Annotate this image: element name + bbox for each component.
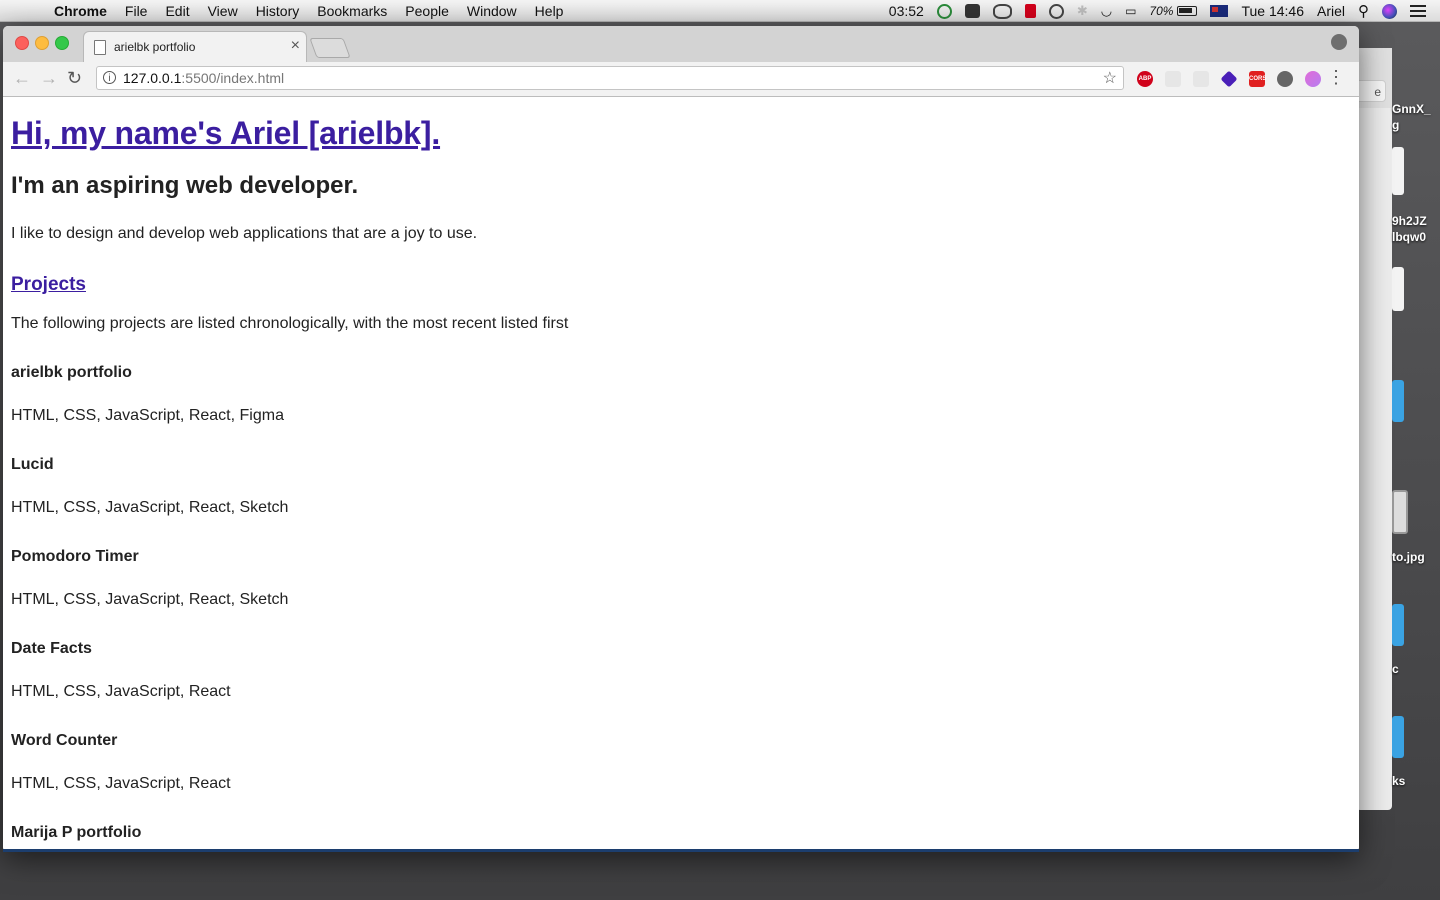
desktop-file-icon[interactable] <box>1392 267 1404 311</box>
notification-center-icon[interactable] <box>1410 5 1426 17</box>
back-icon[interactable]: ← <box>13 68 31 89</box>
project-tech: HTML, CSS, JavaScript, React, Figma <box>11 407 284 424</box>
desktop-file-label[interactable]: to.jpg <box>1392 550 1425 564</box>
evernote-icon[interactable] <box>964 4 980 18</box>
background-window[interactable]: e <box>1346 48 1392 810</box>
browser-window: arielbk portfolio × ← → ↻ i 127.0.0.1:55… <box>3 26 1359 852</box>
page-title[interactable]: Hi, my name's Ariel [arielbk]. <box>11 115 1351 152</box>
window-bottom-edge <box>3 849 1359 852</box>
user-name[interactable]: Ariel <box>1317 3 1345 19</box>
menu-edit[interactable]: Edit <box>165 0 189 22</box>
projects-intro: The following projects are listed chrono… <box>11 315 569 332</box>
airplay-icon[interactable]: ▭ <box>1125 4 1136 18</box>
folder-icon[interactable] <box>1392 604 1404 646</box>
close-window-button[interactable] <box>15 36 29 50</box>
flag-icon[interactable] <box>1210 5 1229 17</box>
project-tech: HTML, CSS, JavaScript, React, Sketch <box>11 591 289 608</box>
desktop-file-label[interactable]: lbqw0 <box>1392 230 1426 244</box>
menu-people[interactable]: People <box>405 0 449 22</box>
address-bar[interactable]: i 127.0.0.1:5500/index.html ☆ <box>96 66 1124 90</box>
browser-toolbar: ← → ↻ i 127.0.0.1:5500/index.html ☆ ABP … <box>3 62 1359 97</box>
battery-percent[interactable]: 70% <box>1149 4 1173 18</box>
menu-history[interactable]: History <box>256 0 300 22</box>
desktop-file-label[interactable]: GnnX_ <box>1392 102 1431 116</box>
desktop-file-label[interactable]: 9h2JZ <box>1392 214 1427 228</box>
project-name: Lucid <box>11 456 54 473</box>
project-tech: HTML, CSS, JavaScript, React <box>11 683 231 700</box>
status-menus: 03:52 ✱ ◡ ▭ 70% Tue 14:46 Ariel ⚲ <box>876 0 1426 22</box>
bookmark-star-icon[interactable]: ☆ <box>1103 68 1117 88</box>
subtitle: I'm an aspiring web developer. <box>11 172 359 199</box>
app-menus: Chrome File Edit View History Bookmarks … <box>54 0 581 22</box>
menu-chrome[interactable]: Chrome <box>54 0 107 22</box>
desktop-file-label[interactable]: c <box>1392 662 1399 676</box>
site-info-icon[interactable]: i <box>103 71 116 84</box>
menu-bookmarks[interactable]: Bookmarks <box>317 0 387 22</box>
project-name: Marija P portfolio <box>11 824 142 841</box>
page-icon <box>94 40 106 55</box>
bluetooth-icon[interactable]: ✱ <box>1077 3 1088 19</box>
tab-title: arielbk portfolio <box>114 40 196 54</box>
desktop-file-icon[interactable] <box>1392 147 1404 195</box>
siri-icon[interactable] <box>1382 3 1397 19</box>
timer-text[interactable]: 03:52 <box>889 3 924 19</box>
cors-icon[interactable]: CORS <box>1249 71 1266 87</box>
lock-icon[interactable] <box>1024 4 1036 18</box>
project-tech: HTML, CSS, JavaScript, React, Sketch <box>11 499 289 516</box>
forward-icon[interactable]: → <box>40 68 58 89</box>
desktop-file-label[interactable]: g <box>1392 118 1399 132</box>
battery-icon[interactable] <box>1177 6 1198 16</box>
extension-icon[interactable] <box>1220 70 1238 88</box>
do-not-disturb-icon[interactable] <box>1048 3 1064 19</box>
intro-text: I like to design and develop web applica… <box>11 225 478 242</box>
project-name: Pomodoro Timer <box>11 548 139 565</box>
spotlight-icon[interactable]: ⚲ <box>1358 2 1369 20</box>
menu-window[interactable]: Window <box>467 0 517 22</box>
profile-icon[interactable] <box>1331 34 1347 50</box>
adblock-icon[interactable]: ABP <box>1137 71 1153 87</box>
menu-bar: Chrome File Edit View History Bookmarks … <box>0 0 1440 22</box>
menu-view[interactable]: View <box>208 0 238 22</box>
minimize-window-button[interactable] <box>35 36 49 50</box>
page-content: Hi, my name's Ariel [arielbk]. I'm an as… <box>3 97 1359 852</box>
folder-icon[interactable] <box>1392 380 1404 422</box>
project-name: Word Counter <box>11 732 118 749</box>
cloud-icon[interactable] <box>992 3 1012 19</box>
evernote-extension-icon[interactable] <box>1277 71 1293 87</box>
image-file-icon[interactable] <box>1392 490 1408 534</box>
extension-icon[interactable] <box>1193 71 1209 87</box>
projects-list: arielbk portfolio HTML, CSS, JavaScript, … <box>11 364 1351 842</box>
url-text[interactable]: 127.0.0.1:5500/index.html <box>123 70 284 86</box>
timer-icon[interactable] <box>936 3 952 19</box>
projects-link[interactable]: Projects <box>11 274 1351 296</box>
folder-icon[interactable] <box>1392 716 1404 758</box>
reload-icon[interactable]: ↻ <box>67 68 82 89</box>
zoom-window-button[interactable] <box>55 36 69 50</box>
new-tab-button[interactable] <box>309 38 351 58</box>
desktop-file-label[interactable]: ks <box>1392 774 1405 788</box>
project-tech: HTML, CSS, JavaScript, React <box>11 775 231 792</box>
extension-icon[interactable] <box>1305 71 1321 87</box>
extension-icon[interactable] <box>1165 71 1181 87</box>
menu-file[interactable]: File <box>125 0 148 22</box>
clock[interactable]: Tue 14:46 <box>1241 3 1304 19</box>
wifi-icon[interactable]: ◡ <box>1101 3 1112 19</box>
menu-help[interactable]: Help <box>535 0 564 22</box>
close-tab-icon[interactable]: × <box>291 37 300 55</box>
tab-strip: arielbk portfolio × <box>3 26 1359 62</box>
menu-kebab-icon[interactable]: ⋮ <box>1327 67 1345 88</box>
project-name: Date Facts <box>11 640 92 657</box>
tab-active[interactable]: arielbk portfolio × <box>83 31 307 62</box>
project-name: arielbk portfolio <box>11 364 132 381</box>
